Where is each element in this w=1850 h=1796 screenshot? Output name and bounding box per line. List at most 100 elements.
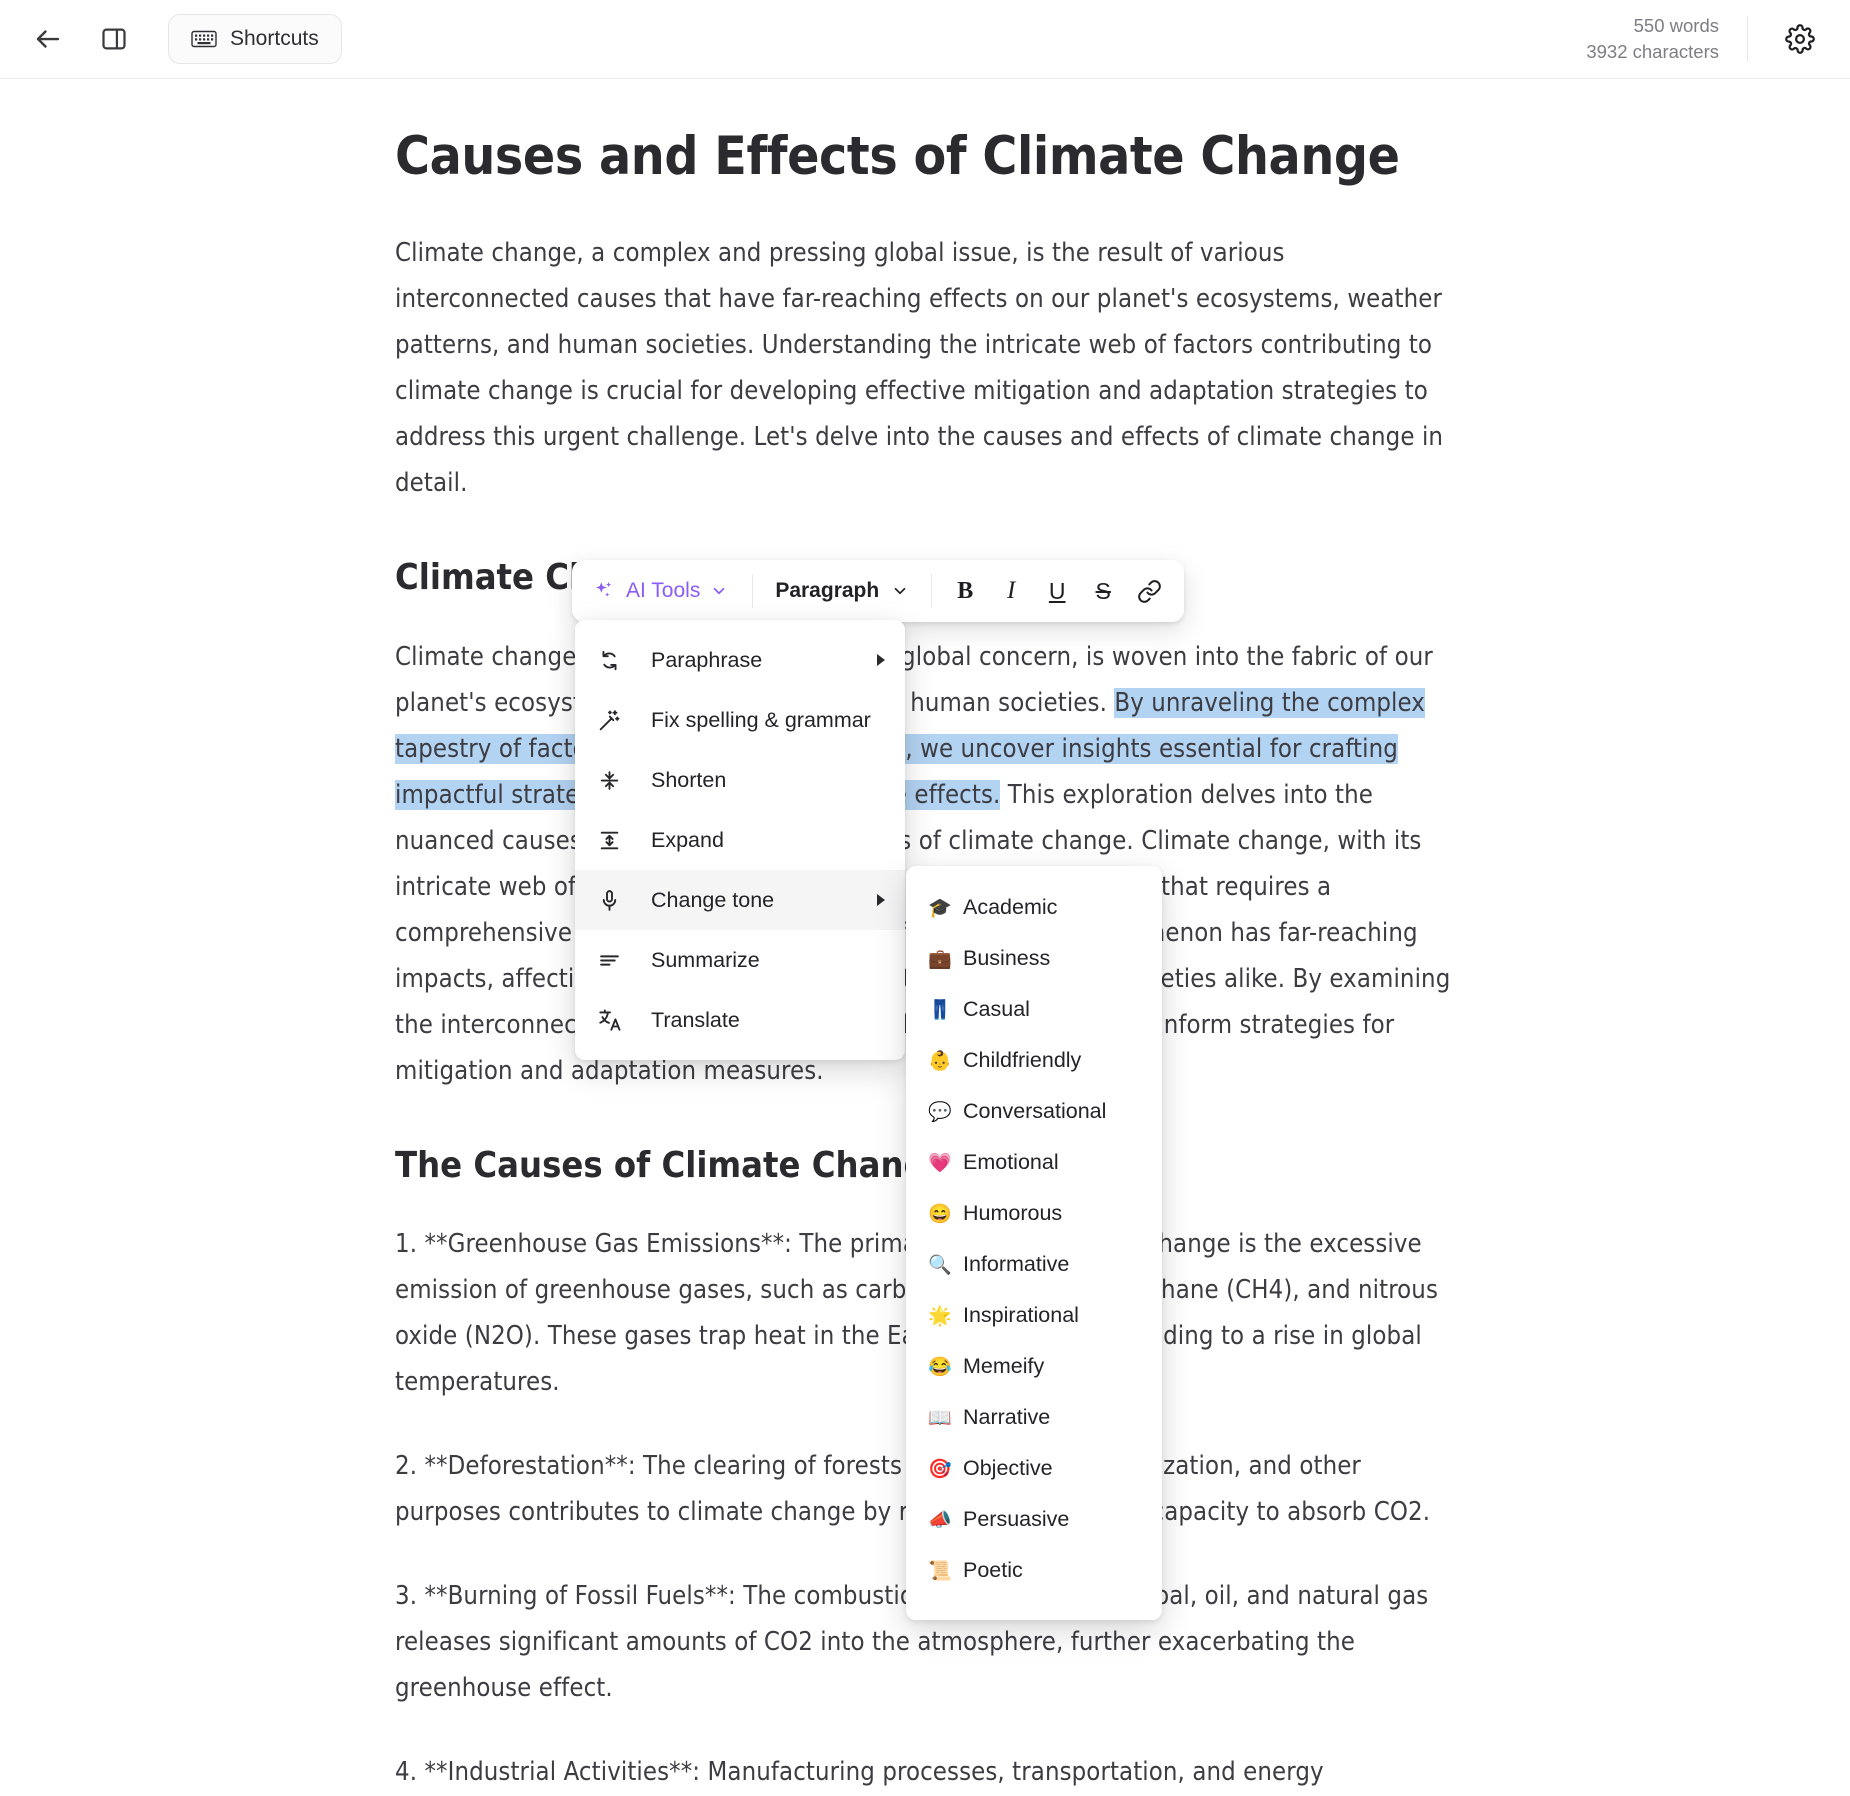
document-stats: 550 words 3932 characters xyxy=(1586,13,1747,66)
tone-option-label: Narrative xyxy=(963,1405,1051,1429)
sparkles-icon xyxy=(592,579,616,603)
menu-item-label: Expand xyxy=(651,827,724,852)
heart-icon: 💗 xyxy=(928,1152,952,1174)
tone-option-objective[interactable]: 🎯 Objective xyxy=(906,1443,1162,1494)
back-button[interactable] xyxy=(22,13,74,65)
tone-option-label: Informative xyxy=(963,1252,1070,1276)
refresh-icon xyxy=(597,647,631,673)
tone-option-label: Emotional xyxy=(963,1150,1059,1174)
laughing-face-icon: 😂 xyxy=(928,1356,952,1378)
block-type-label: Paragraph xyxy=(775,579,880,602)
top-bar: Shortcuts 550 words 3932 characters xyxy=(0,0,1850,79)
chevron-down-icon xyxy=(710,582,728,600)
tone-option-label: Childfriendly xyxy=(963,1048,1082,1072)
menu-item-paraphrase[interactable]: Paraphrase xyxy=(575,630,905,690)
keyboard-icon xyxy=(191,29,217,49)
menu-item-label: Translate xyxy=(651,1007,740,1032)
menu-item-expand[interactable]: Expand xyxy=(575,810,905,870)
chevron-down-icon xyxy=(891,582,909,600)
character-count: 3932 characters xyxy=(1586,41,1719,62)
tone-option-label: Casual xyxy=(963,997,1030,1021)
strikethrough-button[interactable]: S xyxy=(1080,568,1126,614)
shorten-icon xyxy=(597,767,631,793)
expand-icon xyxy=(597,827,631,853)
tone-option-label: Objective xyxy=(963,1456,1053,1480)
menu-item-shorten[interactable]: Shorten xyxy=(575,750,905,810)
change-tone-submenu: 🎓 Academic 💼 Business 👖 Casual 👶 Childfr… xyxy=(906,866,1162,1620)
italic-button[interactable]: I xyxy=(988,568,1034,614)
link-button[interactable] xyxy=(1126,568,1172,614)
grinning-face-icon: 😄 xyxy=(928,1203,952,1225)
tone-option-label: Business xyxy=(963,946,1051,970)
menu-item-fix-spelling-grammar[interactable]: Fix spelling & grammar xyxy=(575,690,905,750)
menu-item-label: Fix spelling & grammar xyxy=(651,707,871,732)
translate-icon xyxy=(597,1007,631,1033)
tone-option-informative[interactable]: 🔍 Informative xyxy=(906,1239,1162,1290)
block-type-selector[interactable]: Paragraph xyxy=(763,568,921,614)
star-icon: 🌟 xyxy=(928,1305,952,1327)
menu-item-summarize[interactable]: Summarize xyxy=(575,930,905,990)
page-title: Causes and Effects of Climate Change xyxy=(395,126,1400,187)
tone-option-label: Humorous xyxy=(963,1201,1063,1225)
shortcuts-button-label: Shortcuts xyxy=(230,27,319,50)
chevron-right-icon xyxy=(877,894,885,906)
tone-option-memeify[interactable]: 😂 Memeify xyxy=(906,1341,1162,1392)
briefcase-icon: 💼 xyxy=(928,948,952,970)
tone-option-narrative[interactable]: 📖 Narrative xyxy=(906,1392,1162,1443)
tone-option-persuasive[interactable]: 📣 Persuasive xyxy=(906,1494,1162,1545)
jeans-icon: 👖 xyxy=(928,999,952,1021)
tone-option-label: Poetic xyxy=(963,1558,1023,1582)
menu-item-change-tone[interactable]: Change tone xyxy=(575,870,905,930)
tone-option-label: Inspirational xyxy=(963,1303,1079,1327)
tone-option-casual[interactable]: 👖 Casual xyxy=(906,984,1162,1035)
tone-option-inspirational[interactable]: 🌟 Inspirational xyxy=(906,1290,1162,1341)
sidebar-toggle-button[interactable] xyxy=(88,13,140,65)
megaphone-icon: 📣 xyxy=(928,1509,952,1531)
tone-option-childfriendly[interactable]: 👶 Childfriendly xyxy=(906,1035,1162,1086)
bold-button[interactable]: B xyxy=(942,568,988,614)
ai-tools-dropdown-menu: Paraphrase Fix spelling & grammar Shorte… xyxy=(575,620,905,1060)
underline-button[interactable]: U xyxy=(1034,568,1080,614)
dart-icon: 🎯 xyxy=(928,1458,952,1480)
open-book-icon: 📖 xyxy=(928,1407,952,1429)
panel-toggle-icon xyxy=(100,25,128,53)
speech-balloon-icon: 💬 xyxy=(928,1101,952,1123)
tone-option-poetic[interactable]: 📜 Poetic xyxy=(906,1545,1162,1596)
arrow-left-icon xyxy=(33,24,63,54)
tone-option-humorous[interactable]: 😄 Humorous xyxy=(906,1188,1162,1239)
tone-option-conversational[interactable]: 💬 Conversational xyxy=(906,1086,1162,1137)
link-icon xyxy=(1137,579,1162,604)
top-bar-right-group: 550 words 3932 characters xyxy=(1586,11,1850,67)
toolbar-separator-2 xyxy=(931,574,933,608)
menu-item-translate[interactable]: Translate xyxy=(575,990,905,1050)
magic-wand-icon xyxy=(597,707,631,733)
chevron-right-icon xyxy=(877,654,885,666)
gear-icon xyxy=(1785,24,1815,54)
menu-item-label: Summarize xyxy=(651,947,760,972)
baby-icon: 👶 xyxy=(928,1050,952,1072)
ai-tools-button[interactable]: AI Tools xyxy=(584,568,742,614)
tone-option-label: Persuasive xyxy=(963,1507,1070,1531)
floating-format-toolbar: AI Tools Paragraph B I U S xyxy=(572,560,1185,622)
menu-item-label: Shorten xyxy=(651,767,727,792)
tone-option-business[interactable]: 💼 Business xyxy=(906,933,1162,984)
tone-option-label: Academic xyxy=(963,895,1058,919)
magnifying-glass-icon: 🔍 xyxy=(928,1254,952,1276)
microphone-icon xyxy=(597,887,631,913)
shortcuts-button[interactable]: Shortcuts xyxy=(168,14,342,64)
tone-option-emotional[interactable]: 💗 Emotional xyxy=(906,1137,1162,1188)
tone-option-academic[interactable]: 🎓 Academic xyxy=(906,882,1162,933)
list-item-industrial-activities[interactable]: 4. **Industrial Activities**: Manufactur… xyxy=(395,1749,1455,1796)
scroll-icon: 📜 xyxy=(928,1560,952,1582)
word-count: 550 words xyxy=(1633,14,1719,36)
toolbar-separator-1 xyxy=(752,574,754,608)
menu-item-label: Change tone xyxy=(651,887,775,912)
tone-option-label: Conversational xyxy=(963,1099,1107,1123)
tone-option-label: Memeify xyxy=(963,1354,1045,1378)
graduation-cap-icon: 🎓 xyxy=(928,897,952,919)
toolbar-divider xyxy=(1747,16,1748,62)
paragraph-intro[interactable]: Climate change, a complex and pressing g… xyxy=(395,230,1455,506)
menu-item-label: Paraphrase xyxy=(651,647,763,672)
ai-tools-label: AI Tools xyxy=(626,579,701,602)
settings-button[interactable] xyxy=(1772,11,1828,67)
